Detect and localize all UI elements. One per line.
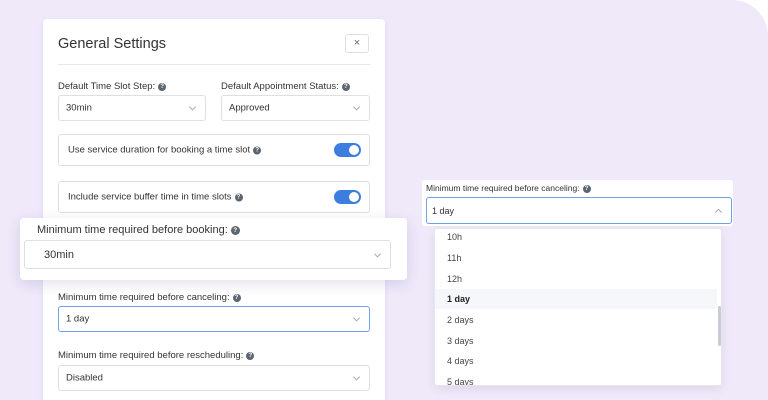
- dropdown-option[interactable]: 3 days: [435, 331, 717, 351]
- dropdown-option[interactable]: 5 days: [435, 372, 717, 385]
- help-icon[interactable]: ?: [341, 83, 350, 91]
- buffer-time-toggle-row: Include service buffer time in time slot…: [58, 181, 370, 213]
- buffer-time-toggle[interactable]: [334, 190, 361, 204]
- help-icon[interactable]: ?: [234, 193, 243, 202]
- dropdown-option[interactable]: 2 days: [435, 310, 717, 330]
- chevron-up-icon: [714, 208, 723, 216]
- close-button[interactable]: ×: [345, 34, 369, 53]
- help-icon[interactable]: ?: [230, 226, 240, 235]
- divider: [58, 64, 370, 65]
- modal-title: General Settings: [58, 36, 167, 52]
- appointment-status-label: Default Appointment Status:?: [221, 81, 350, 92]
- dropdown-option[interactable]: 11h: [435, 248, 717, 268]
- time-slot-step-label: Default Time Slot Step:?: [58, 81, 167, 92]
- appointment-status-label-text: Default Appointment Status:: [221, 81, 339, 92]
- appointment-status-value: Approved: [229, 102, 270, 114]
- dropdown-option[interactable]: 10h: [435, 229, 717, 247]
- canceling-dropdown-value: 1 day: [432, 205, 455, 216]
- help-icon[interactable]: ?: [246, 352, 255, 360]
- chevron-down-icon: [188, 103, 197, 111]
- dropdown-option-selected[interactable]: 1 day: [435, 289, 717, 309]
- canceling-value: 1 day: [66, 313, 90, 325]
- rescheduling-value: Disabled: [66, 372, 103, 384]
- booking-label: Minimum time required before booking:?: [37, 224, 240, 236]
- chevron-down-icon: [352, 103, 361, 111]
- dropdown-scrollbar[interactable]: [718, 306, 721, 346]
- dropdown-option[interactable]: 12h: [435, 269, 717, 289]
- time-slot-step-select[interactable]: 30min: [58, 95, 206, 121]
- canceling-select[interactable]: 1 day: [58, 306, 370, 332]
- service-duration-toggle-text: Use service duration for booking a time …: [68, 144, 251, 156]
- general-settings-modal: General Settings × Default Time Slot Ste…: [43, 19, 385, 400]
- chevron-down-icon: [352, 373, 361, 381]
- canceling-dropdown-select[interactable]: 1 day: [426, 197, 732, 224]
- time-slot-step-label-text: Default Time Slot Step:: [58, 81, 156, 92]
- rescheduling-label-text: Minimum time required before reschedulin…: [58, 350, 244, 361]
- help-icon[interactable]: ?: [232, 294, 241, 302]
- booking-label-text: Minimum time required before booking:: [37, 224, 228, 236]
- canceling-label-text: Minimum time required before canceling:: [58, 292, 230, 303]
- canceling-options-dropdown: 10h 11h 12h 1 day 2 days 3 days 4 days 5…: [434, 228, 722, 386]
- booking-select[interactable]: 30min: [24, 240, 391, 269]
- chevron-down-icon: [373, 249, 382, 258]
- chevron-down-icon: [352, 314, 361, 322]
- help-icon[interactable]: ?: [158, 83, 167, 91]
- rescheduling-select[interactable]: Disabled: [58, 365, 370, 391]
- help-icon[interactable]: ?: [582, 185, 591, 193]
- canceling-dropdown-label-text: Minimum time required before canceling:: [426, 183, 580, 193]
- dropdown-option[interactable]: 4 days: [435, 351, 717, 371]
- canceling-label: Minimum time required before canceling:?: [58, 292, 241, 303]
- rescheduling-label: Minimum time required before reschedulin…: [58, 350, 255, 361]
- appointment-status-select[interactable]: Approved: [221, 95, 370, 121]
- booking-value: 30min: [44, 248, 74, 261]
- canceling-dropdown-label: Minimum time required before canceling:?: [426, 183, 591, 193]
- time-slot-step-value: 30min: [66, 102, 92, 114]
- service-duration-toggle-label: Use service duration for booking a time …: [68, 144, 262, 156]
- booking-setting-card: Minimum time required before booking:? 3…: [20, 218, 407, 280]
- buffer-time-toggle-label: Include service buffer time in time slot…: [68, 192, 243, 203]
- help-icon[interactable]: ?: [253, 146, 262, 155]
- service-duration-toggle-row: Use service duration for booking a time …: [58, 134, 370, 166]
- canceling-setting-panel: Minimum time required before canceling:?…: [422, 180, 733, 226]
- buffer-time-toggle-text: Include service buffer time in time slot…: [68, 191, 232, 203]
- service-duration-toggle[interactable]: [334, 143, 361, 157]
